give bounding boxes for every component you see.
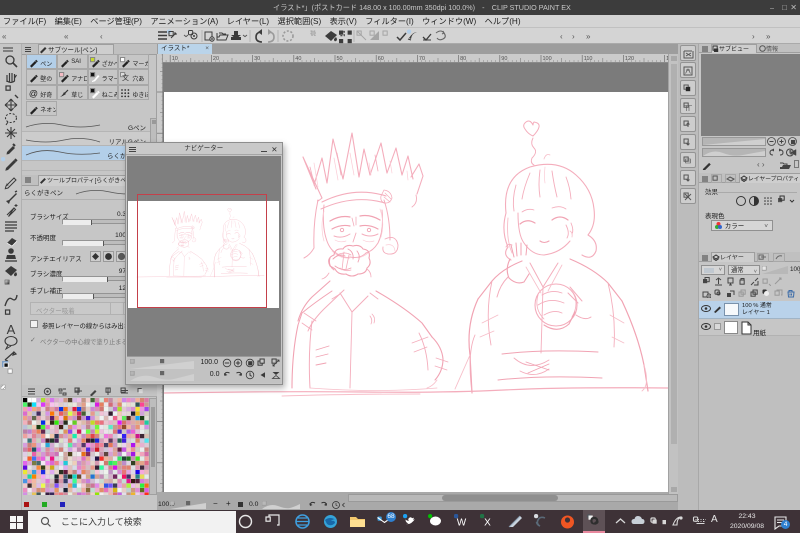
svg-text:«: « <box>64 32 69 41</box>
svg-text:»: » <box>586 32 591 41</box>
svg-text:«: « <box>2 32 7 41</box>
svg-text:30: 30 <box>254 56 260 62</box>
svg-text:120: 120 <box>625 56 634 62</box>
svg-text:X: X <box>484 518 491 529</box>
svg-text:文: 文 <box>122 73 129 82</box>
svg-text:60: 60 <box>378 56 384 62</box>
svg-text:‹: ‹ <box>100 32 103 41</box>
svg-text:A: A <box>7 322 16 337</box>
svg-text:20: 20 <box>213 56 219 62</box>
svg-text:90: 90 <box>501 56 507 62</box>
svg-text:40: 40 <box>295 56 301 62</box>
svg-text:@: @ <box>29 89 38 99</box>
svg-text:›: › <box>752 32 755 41</box>
svg-text:‹: ‹ <box>560 32 563 41</box>
svg-text:10: 10 <box>172 56 178 62</box>
svg-text:50: 50 <box>337 56 343 62</box>
svg-text:»: » <box>766 32 771 41</box>
svg-text:W: W <box>457 518 467 529</box>
svg-text:100: 100 <box>543 56 552 62</box>
svg-text:›: › <box>572 32 575 41</box>
svg-text:80: 80 <box>460 56 466 62</box>
svg-text:110: 110 <box>584 56 593 62</box>
svg-text:70: 70 <box>419 56 425 62</box>
